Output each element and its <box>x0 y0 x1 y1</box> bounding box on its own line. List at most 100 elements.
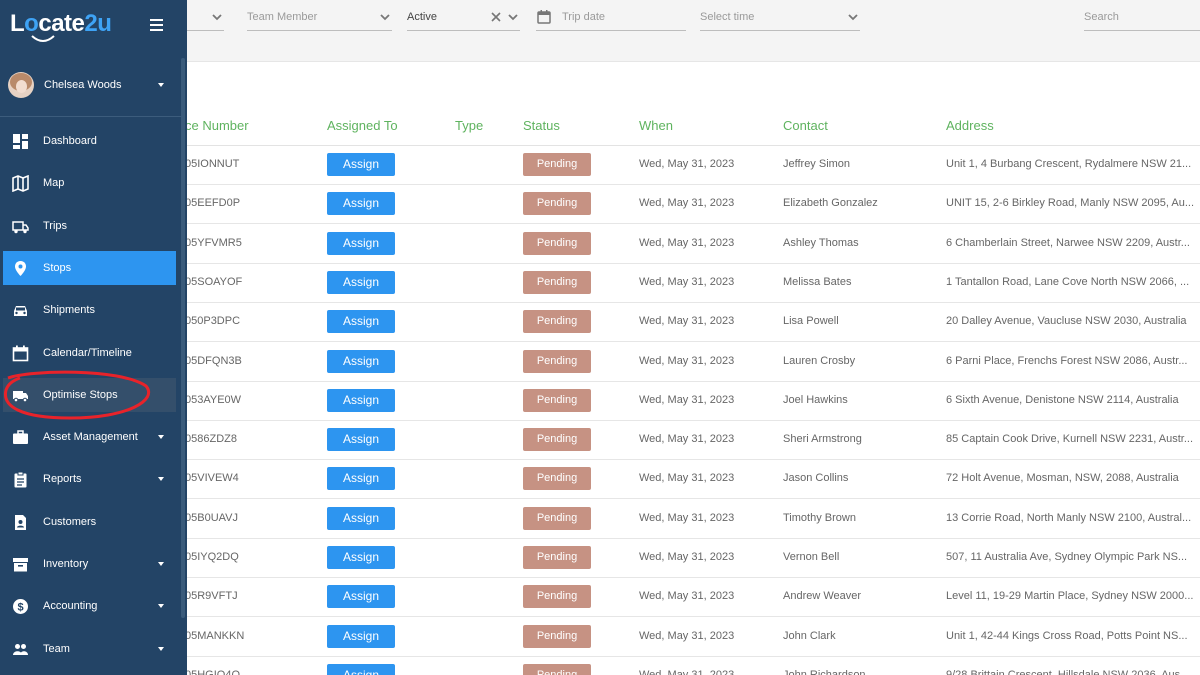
reference-number: 05HGIQ4Q <box>185 668 241 675</box>
caret-down-icon[interactable] <box>158 83 164 87</box>
status-badge: Pending <box>523 546 591 569</box>
chevron-down-icon[interactable] <box>210 10 224 24</box>
table-row[interactable]: 05DFQN3B Assign Pending Wed, May 31, 2023 La… <box>185 343 1200 382</box>
archive-box-icon <box>12 556 29 573</box>
table-row[interactable]: 05EEFD0P Assign Pending Wed, May 31, 2023 El… <box>185 185 1200 225</box>
header-reference-number[interactable]: ce Number <box>185 118 249 133</box>
search-input[interactable]: Search <box>1084 4 1200 31</box>
assign-button[interactable]: Assign <box>327 153 395 176</box>
assign-button[interactable]: Assign <box>327 231 395 255</box>
assign-button[interactable]: Assign <box>327 624 395 648</box>
locate2u-logo[interactable]: Locate2u <box>10 10 112 38</box>
caret-down-icon[interactable] <box>158 435 164 440</box>
table-row[interactable]: 05IYQ2DQ Assign Pending Wed, May 31, 2023 Ve… <box>185 539 1200 578</box>
assign-button[interactable]: Assign <box>327 663 395 675</box>
table-row[interactable]: 05R9VFTJ Assign Pending Wed, May 31, 2023 An… <box>185 578 1200 618</box>
caret-down-icon[interactable] <box>158 604 164 609</box>
stop-address: Unit 1, 4 Burbang Crescent, Rydalmere NS… <box>946 158 1192 170</box>
status-badge: Pending <box>523 231 591 255</box>
caret-down-icon[interactable] <box>158 477 164 482</box>
table-row[interactable]: 05B0UAVJ Assign Pending Wed, May 31, 2023 Ti… <box>185 500 1200 539</box>
assign-button[interactable]: Assign <box>327 506 395 530</box>
chevron-down-icon[interactable] <box>378 10 392 24</box>
sidebar-item-reports[interactable]: Reports <box>3 462 176 496</box>
assign-button[interactable]: Assign <box>327 428 395 452</box>
sidebar-item-dashboard[interactable]: Dashboard <box>3 124 176 158</box>
table-row[interactable]: 05IONNUT Assign Pending Wed, May 31, 2023 Je… <box>185 146 1200 185</box>
map-icon <box>12 175 29 193</box>
stop-address: 1 Tantallon Road, Lane Cove North NSW 20… <box>946 275 1190 288</box>
assign-button[interactable]: Assign <box>327 585 395 609</box>
sidebar-item-map[interactable]: Map <box>3 166 176 200</box>
assign-button[interactable]: Assign <box>327 388 395 412</box>
header-assigned-to[interactable]: Assigned To <box>327 118 398 133</box>
sidebar-item-stops[interactable]: Stops <box>3 250 176 285</box>
assign-button[interactable]: Assign <box>327 546 395 569</box>
location-pin-icon <box>12 260 29 277</box>
chevron-down-icon[interactable] <box>846 10 860 24</box>
sidebar-item-calendar-timeline[interactable]: Calendar/Timeline <box>3 336 176 370</box>
stop-date: Wed, May 31, 2023 <box>639 354 735 367</box>
contact-name: Lisa Powell <box>783 315 839 328</box>
sidebar-item-label: Shipments <box>43 304 95 317</box>
menu-toggle-icon[interactable] <box>150 19 163 31</box>
table-row[interactable]: 053AYE0W Assign Pending Wed, May 31, 2023 Jo… <box>185 382 1200 421</box>
sidebar-scrollbar[interactable] <box>181 58 185 618</box>
stop-address: 6 Parni Place, Frenchs Forest NSW 2086, … <box>946 354 1188 367</box>
briefcase-icon <box>12 429 29 446</box>
header-status[interactable]: Status <box>523 118 560 133</box>
assign-button[interactable]: Assign <box>327 310 395 334</box>
sidebar-item-label: Asset Management <box>43 431 138 444</box>
header-address[interactable]: Address <box>946 118 994 133</box>
table-row[interactable]: 050P3DPC Assign Pending Wed, May 31, 2023 Li… <box>185 303 1200 343</box>
clear-icon[interactable] <box>490 11 502 23</box>
time-select[interactable]: Select time <box>700 4 860 31</box>
user-menu[interactable]: Chelsea Woods <box>0 62 181 108</box>
sidebar-item-label: Customers <box>43 515 97 528</box>
table-row[interactable]: 0586ZDZ8 Assign Pending Wed, May 31, 2023 Sh… <box>185 421 1200 461</box>
header-when[interactable]: When <box>639 118 673 133</box>
stop-address: Level 11, 19-29 Martin Place, Sydney NSW… <box>946 590 1194 603</box>
trip-date-input[interactable]: Trip date <box>536 4 686 31</box>
header-type[interactable]: Type <box>455 118 483 133</box>
assign-button[interactable]: Assign <box>327 270 395 294</box>
table-row[interactable]: 05VIVEW4 Assign Pending Wed, May 31, 2023 Ja… <box>185 460 1200 500</box>
sidebar-item-accounting[interactable]: $ Accounting <box>3 589 176 623</box>
stop-date: Wed, May 31, 2023 <box>639 668 735 675</box>
stop-date: Wed, May 31, 2023 <box>639 511 735 524</box>
status-badge: Pending <box>523 388 591 412</box>
contact-name: Lauren Crosby <box>783 354 856 367</box>
table-row[interactable]: 05MANKKN Assign Pending Wed, May 31, 2023 Jo… <box>185 618 1200 657</box>
reference-number: 05B0UAVJ <box>185 511 238 524</box>
table-row[interactable]: 05YFVMR5 Assign Pending Wed, May 31, 2023 As… <box>185 225 1200 264</box>
table-row[interactable]: 05SOAYOF Assign Pending Wed, May 31, 2023 Me… <box>185 264 1200 303</box>
header-contact[interactable]: Contact <box>783 118 828 133</box>
sidebar-item-trips[interactable]: Trips <box>3 209 176 243</box>
calendar-icon[interactable] <box>536 9 552 25</box>
chevron-down-icon[interactable] <box>506 10 520 24</box>
sidebar: Locate2u Chelsea Woods Dashboard Map Trips… <box>0 0 187 675</box>
sidebar-item-label: Optimise Stops <box>43 388 118 401</box>
dashboard-icon <box>12 133 29 150</box>
assign-button[interactable]: Assign <box>327 349 395 373</box>
stop-address: 85 Captain Cook Drive, Kurnell NSW 2231,… <box>946 433 1194 446</box>
delivery-truck-icon <box>12 387 29 404</box>
team-member-select[interactable]: Team Member <box>247 4 392 31</box>
table-row[interactable]: 05HGIQ4Q Assign Pending Wed, May 31, 2023 Jo… <box>185 657 1200 675</box>
assignee-filter-dropdown[interactable] <box>187 4 224 31</box>
table-header: ce Number Assigned To Type Status When C… <box>185 108 1200 146</box>
sidebar-item-optimise-stops[interactable]: Optimise Stops <box>3 377 176 412</box>
stop-date: Wed, May 31, 2023 <box>639 158 735 170</box>
caret-down-icon[interactable] <box>158 646 164 651</box>
sidebar-item-asset-management[interactable]: Asset Management <box>3 420 176 454</box>
sidebar-item-customers[interactable]: Customers <box>3 505 176 539</box>
status-select[interactable]: Active <box>407 4 520 31</box>
contact-name: Sheri Armstrong <box>783 433 862 446</box>
assign-button[interactable]: Assign <box>327 467 395 491</box>
sidebar-item-shipments[interactable]: Shipments <box>3 293 176 327</box>
caret-down-icon[interactable] <box>158 562 164 566</box>
sidebar-item-team[interactable]: Team <box>3 632 176 666</box>
status-badge: Pending <box>523 270 591 294</box>
sidebar-item-inventory[interactable]: Inventory <box>3 547 176 581</box>
assign-button[interactable]: Assign <box>327 192 395 216</box>
